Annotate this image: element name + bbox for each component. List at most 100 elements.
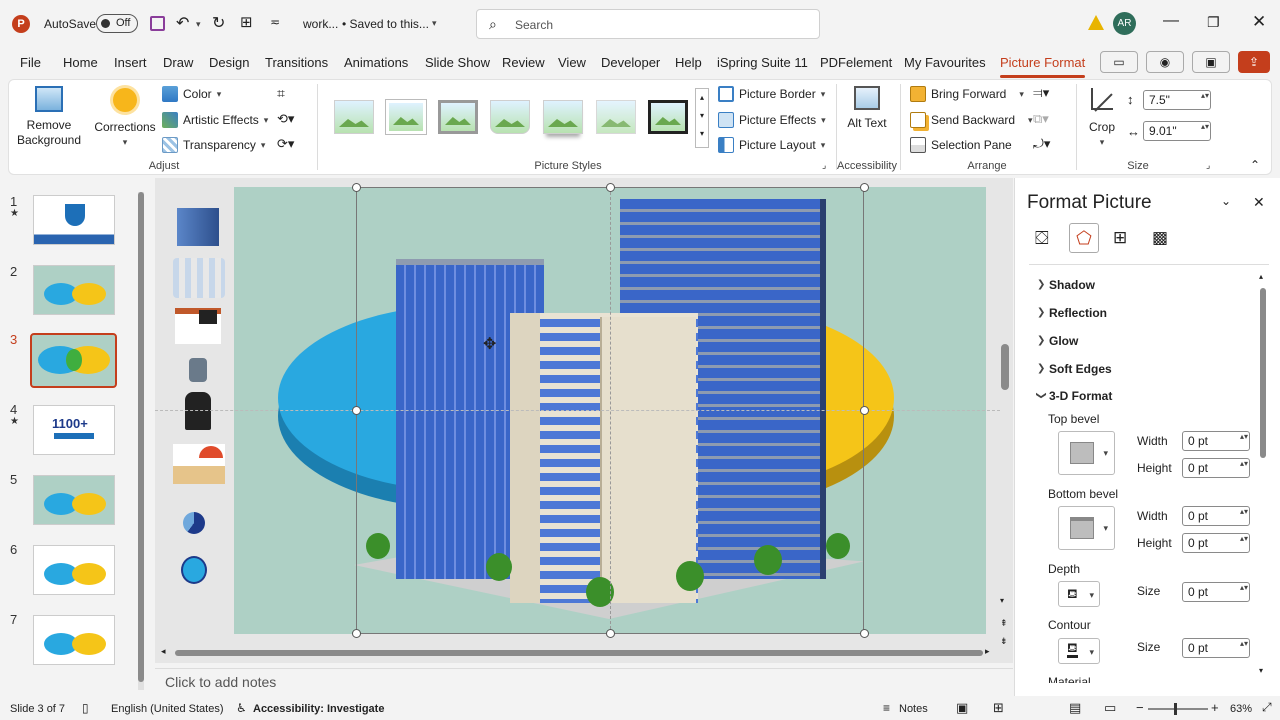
tab-pdfelement[interactable]: PDFelement xyxy=(820,55,892,70)
tab-insert[interactable]: Insert xyxy=(114,55,147,70)
align-icon[interactable]: ⫤▾ xyxy=(1033,85,1049,101)
color-button[interactable]: Color ▾ xyxy=(162,86,221,102)
tab-review[interactable]: Review xyxy=(502,55,545,70)
resize-handle-nw[interactable] xyxy=(352,183,361,192)
beach-icon[interactable] xyxy=(173,444,225,484)
desk-icon[interactable] xyxy=(175,308,221,344)
resize-handle-n[interactable] xyxy=(606,183,615,192)
picture-style-6[interactable] xyxy=(596,100,636,134)
zoom-in-icon[interactable]: + xyxy=(1211,700,1219,715)
resize-handle-sw[interactable] xyxy=(352,629,361,638)
avatar[interactable]: AR xyxy=(1113,12,1136,35)
close-icon[interactable]: ✕ xyxy=(1252,12,1266,32)
3d-format-chevron-icon[interactable]: ❯ xyxy=(1036,391,1047,399)
bottom-bevel-width-input[interactable]: 0 pt xyxy=(1182,506,1250,526)
slide-thumb-6[interactable] xyxy=(33,545,115,595)
collapse-ribbon-icon[interactable]: ⌃ xyxy=(1250,158,1260,172)
picture-layout-button[interactable]: Picture Layout ▾ xyxy=(718,137,825,153)
picture-style-4[interactable] xyxy=(490,100,530,134)
bottom-bevel-height-input[interactable]: 0 pt xyxy=(1182,533,1250,553)
depth-size-input[interactable]: 0 pt xyxy=(1182,582,1250,602)
shape-width-input[interactable]: 9.01" xyxy=(1143,121,1211,141)
change-picture-icon[interactable]: ⟲▾ xyxy=(277,111,294,127)
slide-thumb-5[interactable] xyxy=(33,475,115,525)
customize-toolbar-icon[interactable]: ≂ xyxy=(270,15,280,29)
normal-view-icon[interactable]: ▣ xyxy=(956,700,968,716)
pie-chart-icon[interactable] xyxy=(183,512,205,534)
bottom-bevel-button[interactable]: ▾ xyxy=(1058,506,1115,550)
tab-draw[interactable]: Draw xyxy=(163,55,193,70)
canvas-vertical-scrollbar[interactable]: ▾ xyxy=(1000,186,1009,616)
comments-button[interactable]: ▭ xyxy=(1100,51,1138,73)
pane-close-icon[interactable]: ✕ xyxy=(1253,194,1265,211)
teams-button[interactable]: ▣ xyxy=(1192,51,1230,73)
section-reflection[interactable]: Reflection xyxy=(1049,306,1107,320)
document-name[interactable]: work... xyxy=(303,17,338,31)
reset-picture-icon[interactable]: ⟳▾ xyxy=(277,136,294,152)
record-button[interactable]: ◉ xyxy=(1146,51,1184,73)
selection-pane-button[interactable]: Selection Pane xyxy=(910,137,1012,153)
chair-icon[interactable] xyxy=(189,358,207,382)
section-3d-format[interactable]: 3-D Format xyxy=(1049,389,1112,403)
notes-icon[interactable]: ≡ xyxy=(883,701,890,715)
section-soft-edges[interactable]: Soft Edges xyxy=(1049,362,1112,376)
effects-tab-icon[interactable]: ⬠ xyxy=(1069,223,1099,253)
couple-icon[interactable] xyxy=(185,392,211,430)
tab-transitions[interactable]: Transitions xyxy=(265,55,328,70)
picture-style-1[interactable] xyxy=(334,100,374,134)
buildings-icon[interactable] xyxy=(177,208,219,246)
picture-style-2[interactable] xyxy=(386,100,426,134)
picture-style-3[interactable] xyxy=(438,100,478,134)
zoom-out-icon[interactable]: − xyxy=(1136,700,1144,715)
next-slide-icon[interactable]: ⇟ xyxy=(1000,636,1008,647)
tab-animations[interactable]: Animations xyxy=(344,55,408,70)
accessibility-status[interactable]: Accessibility: Investigate xyxy=(253,703,384,715)
slide-thumb-7[interactable] xyxy=(33,615,115,665)
resize-handle-s[interactable] xyxy=(606,629,615,638)
resize-handle-e[interactable] xyxy=(860,406,869,415)
shape-height-input[interactable]: 7.5" xyxy=(1143,90,1211,110)
slide-thumb-1[interactable] xyxy=(33,195,115,245)
slide-sorter-icon[interactable]: ⊞ xyxy=(993,700,1004,716)
restore-icon[interactable]: ❐ xyxy=(1207,14,1220,31)
tab-home[interactable]: Home xyxy=(63,55,98,70)
picture-style-7[interactable] xyxy=(648,100,688,134)
tab-picture-format[interactable]: Picture Format xyxy=(1000,55,1086,78)
search-box[interactable]: ⌕ Search xyxy=(476,9,820,39)
format-pane-scrollbar[interactable]: ▴ ▾ xyxy=(1259,272,1267,678)
corrections-button[interactable]: Corrections ▾ xyxy=(92,86,158,150)
section-shadow[interactable]: Shadow xyxy=(1049,278,1095,292)
format-shape-launcher-icon[interactable]: ⌟ xyxy=(822,160,826,171)
save-status-chevron-icon[interactable]: ▾ xyxy=(432,18,437,29)
top-bevel-height-input[interactable]: 0 pt xyxy=(1182,458,1250,478)
share-button[interactable]: ⇪ xyxy=(1238,51,1270,73)
thumbnail-scrollbar[interactable] xyxy=(138,192,144,690)
presenter-icon[interactable]: ⊞ xyxy=(240,13,253,31)
group-icon[interactable]: ⧉▾ xyxy=(1033,111,1049,127)
tab-view[interactable]: View xyxy=(558,55,586,70)
slide-indicator[interactable]: Slide 3 of 7 xyxy=(10,703,65,715)
accessibility-icon[interactable]: ♿ xyxy=(236,701,247,715)
reading-view-icon[interactable]: ▤ xyxy=(1069,700,1081,716)
redo-icon[interactable]: ↻ xyxy=(212,13,225,33)
office-team-icon[interactable] xyxy=(173,258,225,298)
styles-scroll[interactable]: ▴ ▾ ▾ xyxy=(695,88,709,148)
resize-handle-ne[interactable] xyxy=(860,183,869,192)
spelling-icon[interactable]: ▯ xyxy=(82,701,89,715)
reflection-chevron-icon[interactable]: ❯ xyxy=(1037,307,1045,318)
language-status[interactable]: English (United States) xyxy=(111,703,224,715)
crop-button[interactable]: Crop ▾ xyxy=(1084,86,1120,150)
undo-dropdown-icon[interactable]: ▾ xyxy=(196,19,201,30)
tab-design[interactable]: Design xyxy=(209,55,249,70)
contour-size-input[interactable]: 0 pt xyxy=(1182,638,1250,658)
slide-thumb-3[interactable] xyxy=(30,333,117,388)
picture-style-5[interactable] xyxy=(543,100,583,134)
picture-effects-button[interactable]: Picture Effects ▾ xyxy=(718,112,826,128)
top-bevel-width-input[interactable]: 0 pt xyxy=(1182,431,1250,451)
tab-developer[interactable]: Developer xyxy=(601,55,660,70)
minimize-icon[interactable]: — xyxy=(1163,12,1179,30)
fit-to-window-icon[interactable]: ⤢ xyxy=(1262,700,1272,715)
contour-color-button[interactable]: ⛾ ▾ xyxy=(1058,638,1100,664)
undo-icon[interactable]: ↶ xyxy=(176,13,189,33)
artistic-effects-button[interactable]: Artistic Effects ▾ xyxy=(162,112,268,128)
